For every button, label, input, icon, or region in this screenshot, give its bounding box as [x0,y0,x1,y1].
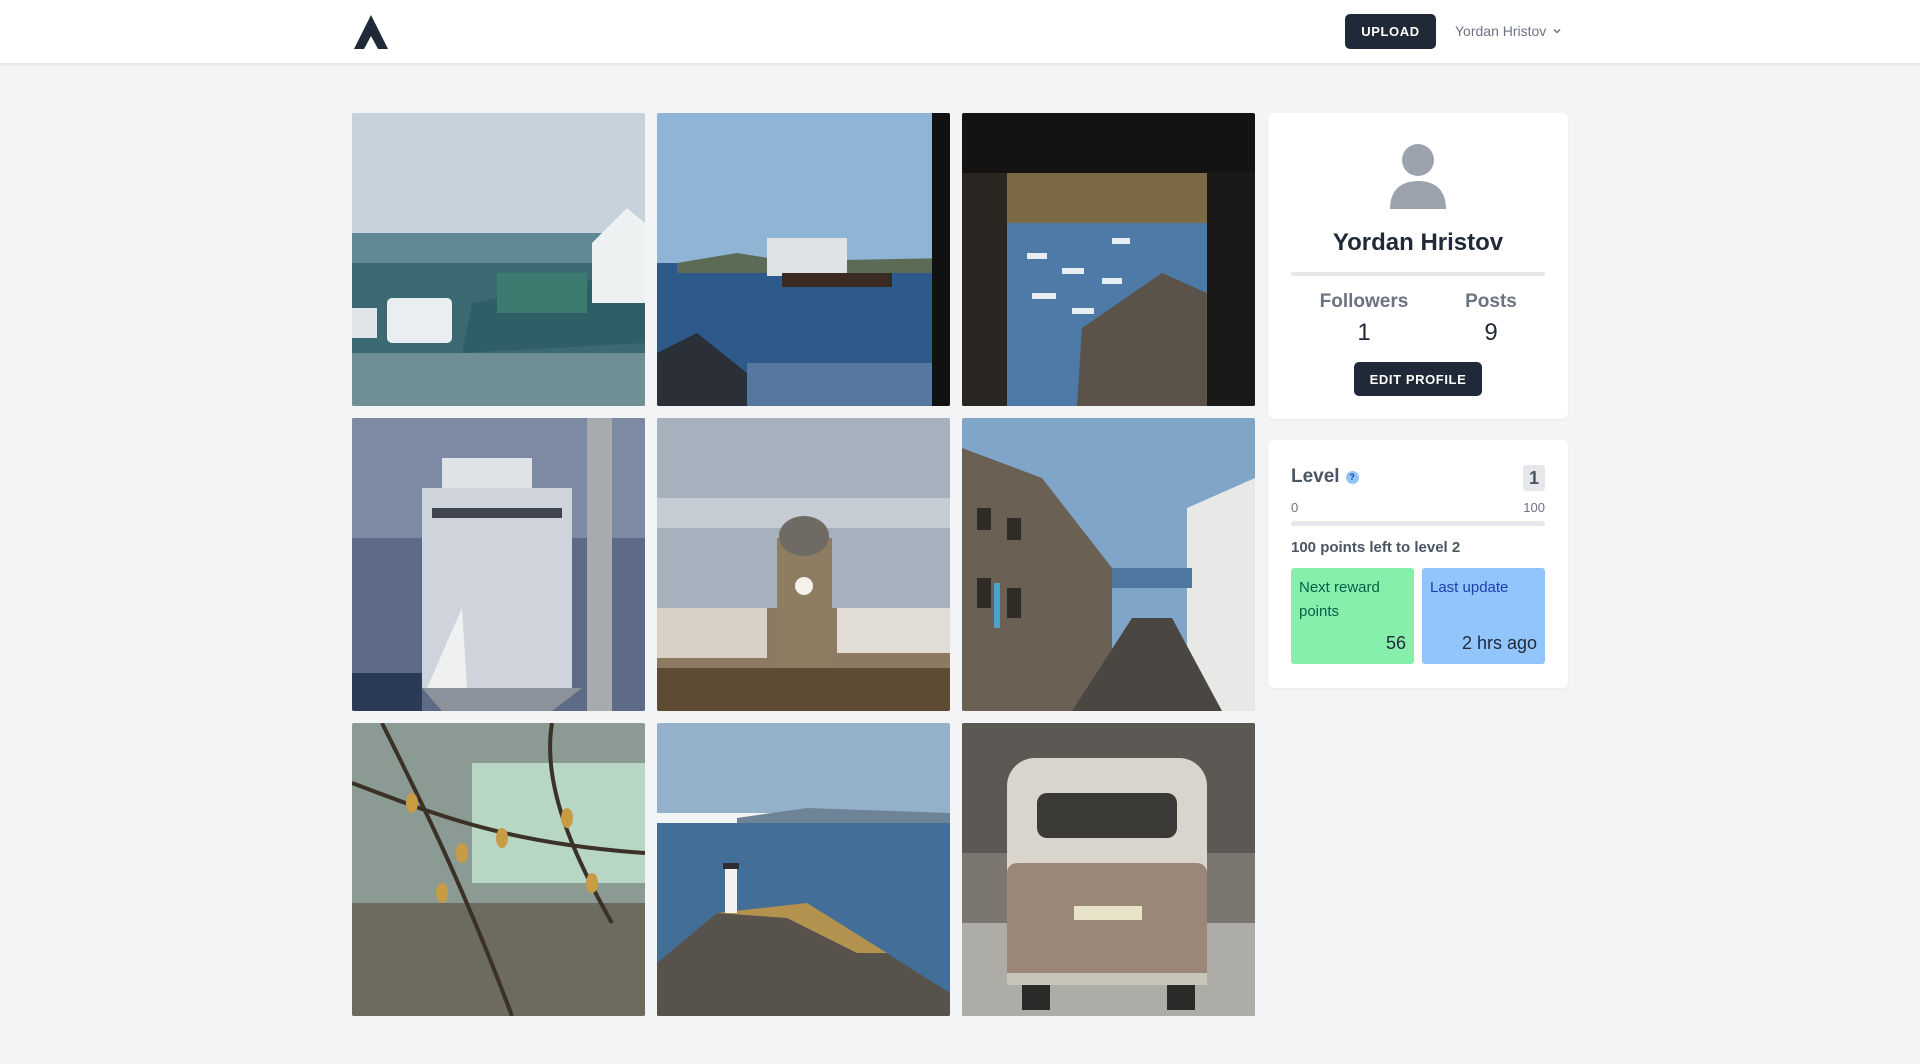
posts-label: Posts [1465,291,1517,312]
posts-count: 9 [1484,319,1498,346]
last-update-tile: Last update 2 hrs ago [1422,568,1545,664]
photo-tile[interactable] [962,723,1255,1016]
followers-label: Followers [1319,291,1409,312]
last-update-label: Last update [1430,579,1509,596]
photo-street-van [352,113,645,406]
upload-button[interactable]: UPLOAD [1345,14,1436,49]
photo-tile[interactable] [657,723,950,1016]
logo-icon[interactable] [353,14,389,50]
photo-tile[interactable] [352,418,645,711]
level-title-text: Level [1291,466,1340,487]
help-icon[interactable]: ? [1345,470,1359,484]
photo-harbor-ship [657,113,950,406]
photo-tile[interactable] [657,113,950,406]
photo-vintage-van [962,723,1255,1016]
profile-card: Yordan Hristov Followers 1 Posts 9 EDIT … [1268,113,1568,419]
points-left-text: 100 points left to level 2 [1291,539,1461,556]
photo-terraced-street [962,418,1255,711]
user-menu-dropdown[interactable]: Yordan Hristov [1455,20,1562,42]
photo-tile[interactable] [657,418,950,711]
photo-grid [352,113,1255,1016]
avatar-icon [1390,144,1446,209]
edit-profile-button[interactable]: EDIT PROFILE [1354,362,1482,396]
photo-branches [352,723,645,1016]
followers-stat: Followers 1 [1309,291,1419,347]
level-card: Level ? 1 0 100 100 points left to level… [1268,440,1568,688]
top-navbar: UPLOAD Yordan Hristov [0,0,1920,64]
photo-lighthouse [657,723,950,1016]
next-reward-value: 56 [1385,633,1406,653]
user-menu-name: Yordan Hristov [1455,23,1547,39]
photo-tile[interactable] [352,113,645,406]
level-title: Level ? [1291,466,1359,488]
profile-divider [1291,272,1545,276]
last-update-value: 2 hrs ago [1461,633,1537,653]
next-reward-label: Next reward points [1299,579,1380,620]
level-badge: 1 [1523,465,1545,491]
photo-tile[interactable] [352,723,645,1016]
followers-count: 1 [1357,319,1371,346]
photo-white-ship [352,418,645,711]
photo-tile[interactable] [962,418,1255,711]
level-progress-bar [1291,521,1545,526]
chevron-down-icon [1553,28,1561,34]
profile-name: Yordan Hristov [1332,229,1504,256]
next-reward-tile: Next reward points 56 [1291,568,1414,664]
level-range-max: 100 [1523,500,1545,515]
photo-tile[interactable] [962,113,1255,406]
posts-stat: Posts 9 [1436,291,1546,347]
photo-boats-window [962,113,1255,406]
photo-clock-tower [657,418,950,711]
level-range-min: 0 [1291,500,1299,515]
